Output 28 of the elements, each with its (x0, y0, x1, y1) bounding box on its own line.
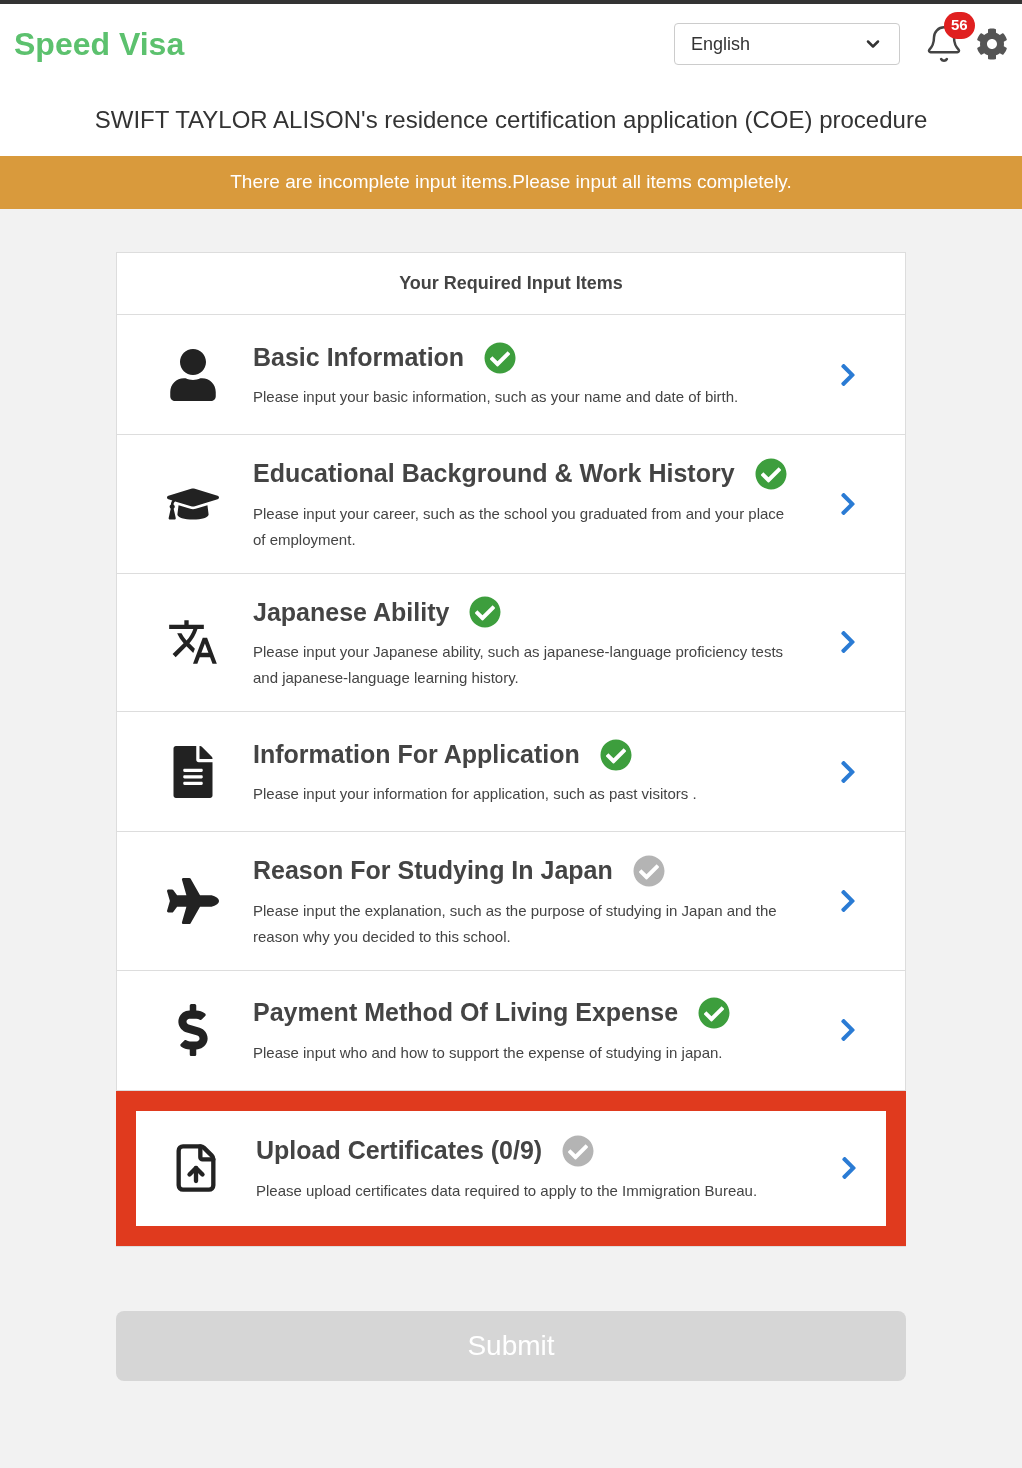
item-title: Educational Background & Work History (253, 458, 735, 489)
item-description: Please input your Japanese ability, such as japanese-language proficiency tests and japanese-language learning history. (253, 642, 785, 688)
item-description: Please input your basic information, such as your name and date of birth. (253, 387, 740, 408)
alert-banner: There are incomplete input items.Please input all items completely. (0, 156, 1022, 209)
item-description: Please input the explanation, such as the purpose of studying in Japan and the reason why you decided to this school. (253, 900, 778, 947)
language-select[interactable]: English (674, 23, 900, 65)
item-title: Japanese Ability (253, 596, 450, 628)
notification-count-badge: 56 (944, 12, 975, 39)
input-item-row[interactable]: Information For Application Please input your information for application, such as past visitors . (117, 712, 905, 832)
input-item-row[interactable]: Japanese Ability Please input your Japanese ability, such as japanese-language proficiency tests and japanese-language learning history. (117, 573, 905, 712)
item-description: Please input your career, such as the school you graduated from and your place of employment. (253, 503, 786, 550)
input-item-row[interactable]: Payment Method Of Living Expense Please input who and how to support the expense of studying in japan. (117, 970, 905, 1091)
page-title: SWIFT TAYLOR ALISON's residence certification application (COE) procedure (94, 105, 928, 135)
input-item-row[interactable]: Upload Certificates (0/9) Please upload certificates data required to apply to the Immigration Bureau. (116, 1090, 906, 1246)
person-icon (167, 348, 219, 401)
item-title: Information For Application (253, 738, 580, 770)
item-title: Upload Certificates (0/9) (256, 1135, 543, 1167)
item-description: Please input your information for application, such as past visitors . (253, 784, 698, 805)
input-item-row[interactable]: Basic Information Please input your basic information, such as your name and date of birth. (117, 315, 905, 435)
item-title: Reason For Studying In Japan (253, 855, 613, 886)
input-item-row[interactable]: Educational Background & Work History Please input your career, such as the school you graduated from and your place of employment. (117, 435, 905, 574)
card-heading: Your Required Input Items (399, 272, 623, 295)
item-title: Basic Information (253, 341, 465, 373)
item-title: Payment Method Of Living Expense (253, 997, 679, 1029)
input-item-row[interactable]: Reason For Studying In Japan Please input the explanation, such as the purpose of studying in Japan and the reason why you decided to this school. (117, 832, 905, 971)
item-description: Please upload certificates data required to apply to the Immigration Bureau. (256, 1180, 759, 1201)
item-description: Please input who and how to support the expense of studying in japan. (253, 1042, 724, 1063)
settings-icon[interactable] (976, 28, 1008, 60)
